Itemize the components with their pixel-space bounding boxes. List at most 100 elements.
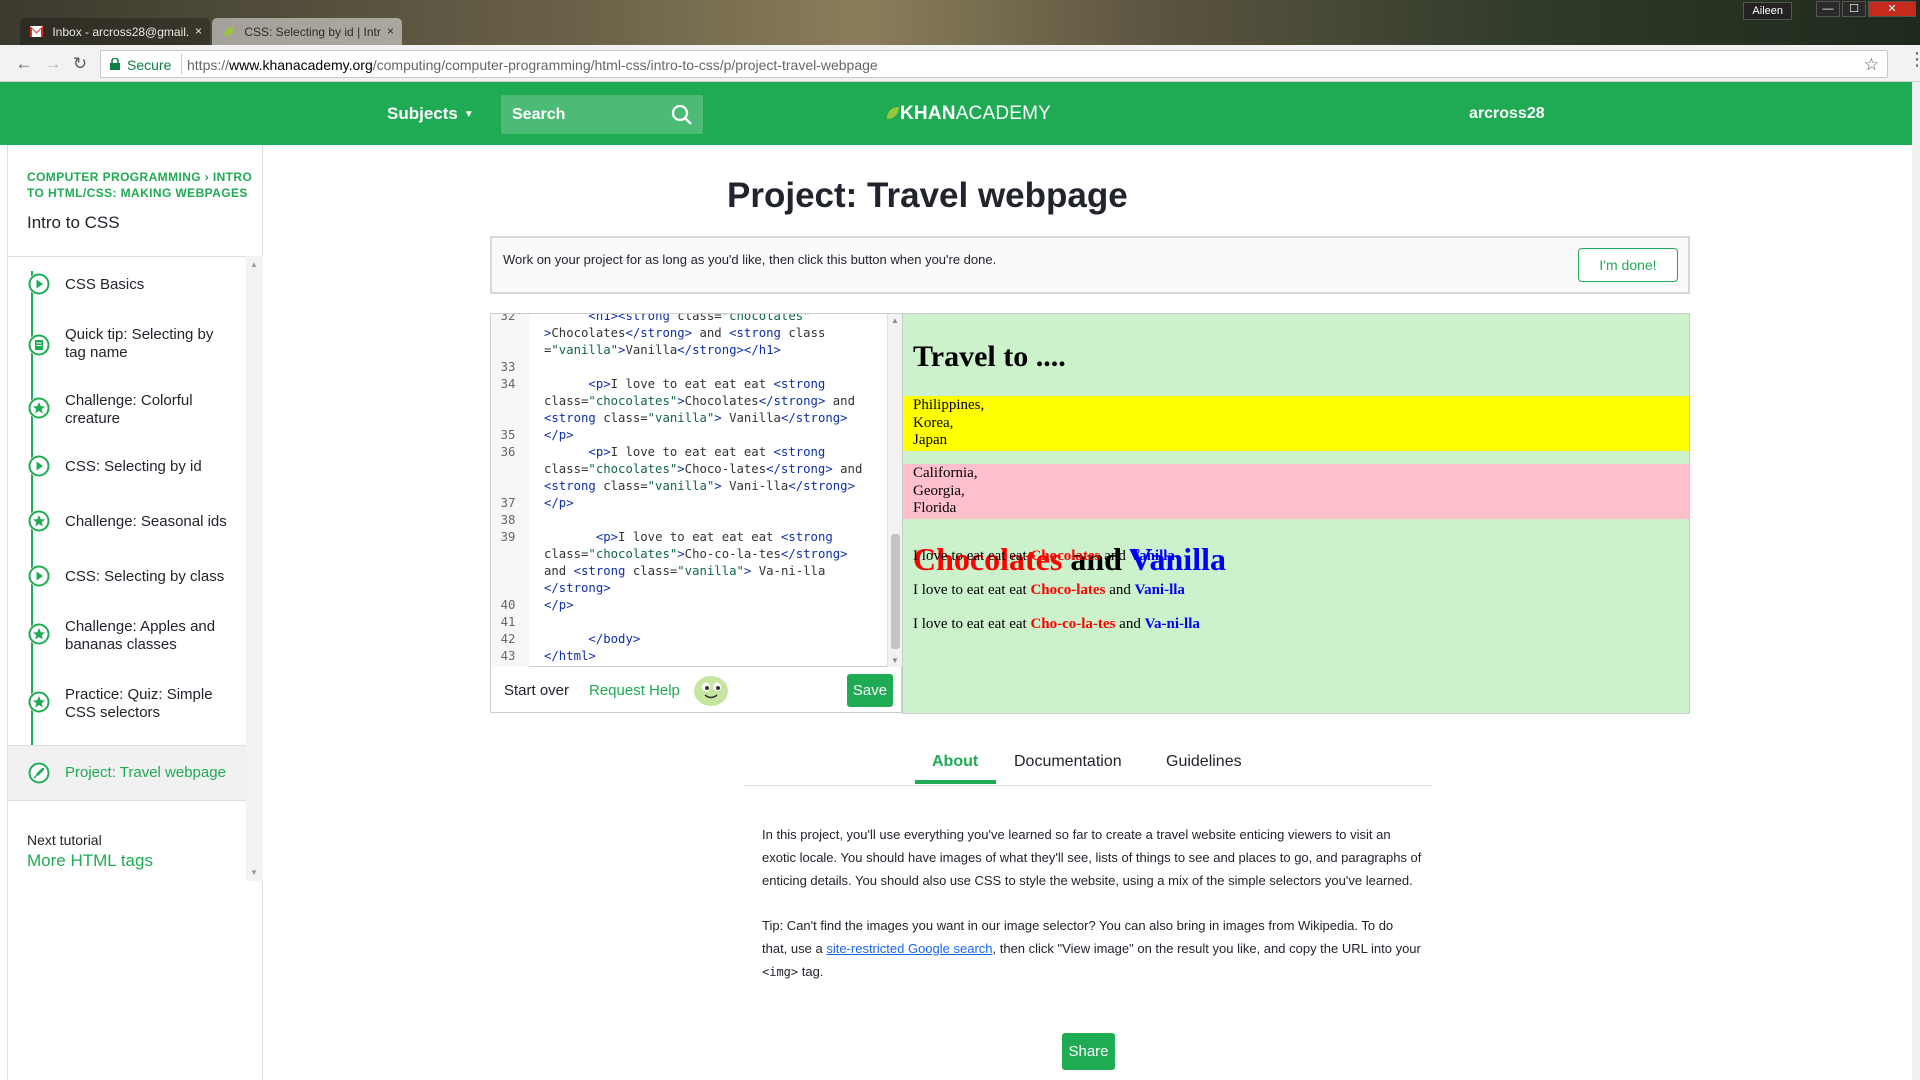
close-icon[interactable]: × xyxy=(195,24,202,38)
start-over-button[interactable]: Start over xyxy=(504,682,569,699)
line-number: 42 xyxy=(500,632,516,646)
code-editor[interactable]: 32 <h1><strong class="chocolates" >Chocol… xyxy=(490,313,902,667)
line-number: 34 xyxy=(500,377,516,391)
browser-tab-bar: Inbox - arcross28@gmail. × CSS: Selectin… xyxy=(0,0,1920,45)
sidebar-item-label: CSS: Selecting by class xyxy=(65,568,225,585)
code-text: </p> xyxy=(544,496,574,510)
and-text: and xyxy=(1105,582,1135,598)
project-tabs: About Documentation Guidelines xyxy=(744,738,1432,786)
sidebar-item-travel-webpage[interactable]: Project: Travel webpage xyxy=(8,745,246,801)
scroll-up-icon[interactable]: ▲ xyxy=(891,316,899,325)
khan-academy-logo[interactable]: KHANACADEMY xyxy=(886,103,1051,125)
request-help-button[interactable]: Request Help xyxy=(589,682,680,699)
code-text: </strong> xyxy=(544,581,611,595)
gmail-icon xyxy=(30,26,43,38)
sidebar-item-label: Challenge: Apples and bananas classes xyxy=(65,618,216,653)
site-header: Subjects ▼ Search KHANACADEMY arcross28 xyxy=(0,82,1920,145)
back-button[interactable]: ← xyxy=(13,53,35,75)
star-icon xyxy=(28,397,50,419)
play-icon xyxy=(28,565,50,587)
next-tutorial-link[interactable]: More HTML tags xyxy=(27,851,153,871)
url-text[interactable]: https://www.khanacademy.org/computing/co… xyxy=(187,57,878,73)
scroll-down-icon[interactable]: ▼ xyxy=(250,868,258,877)
sidebar-scrollbar[interactable]: ▲ ▼ xyxy=(246,256,263,881)
window-user-badge[interactable]: Aileen xyxy=(1743,2,1792,20)
browser-tab-gmail[interactable]: Inbox - arcross28@gmail. × xyxy=(20,18,210,45)
forward-button[interactable]: → xyxy=(42,53,64,75)
im-done-button[interactable]: I'm done! xyxy=(1578,248,1678,282)
about-paragraph: In this project, you'll use everything y… xyxy=(762,827,1422,888)
chrome-menu-icon[interactable]: ⋮ xyxy=(1908,50,1920,68)
line-number: 37 xyxy=(500,496,516,510)
browser-tab-khan[interactable]: CSS: Selecting by id | Intr × xyxy=(212,18,402,45)
preview-list-pink: California, Georgia, Florida xyxy=(903,464,1689,519)
paragraph-text: I love to eat eat eat xyxy=(913,582,1031,598)
editor-scrollbar[interactable]: ▲ ▼ xyxy=(887,314,902,667)
leaf-icon xyxy=(224,27,234,37)
line-number: 33 xyxy=(500,360,516,374)
list-item: Florida xyxy=(913,500,957,516)
sidebar-item-label: CSS: Selecting by id xyxy=(65,458,202,475)
reload-button[interactable]: ↻ xyxy=(69,53,91,75)
sidebar-item-quiz[interactable]: Practice: Quiz: Simple CSS selectors xyxy=(8,673,246,741)
line-number: 43 xyxy=(500,649,516,663)
code-area[interactable]: 32 <h1><strong class="chocolates" >Chocol… xyxy=(491,314,887,667)
close-window-button[interactable]: ✕ xyxy=(1868,1,1916,17)
tab-documentation[interactable]: Documentation xyxy=(1014,753,1122,771)
share-button[interactable]: Share xyxy=(1062,1033,1115,1070)
list-item: Korea, xyxy=(913,414,954,431)
code-text: <strong class="vanilla"> Vanilla</strong… xyxy=(544,411,848,425)
sidebar-item-colorful-creature[interactable]: Challenge: Colorful creature xyxy=(8,382,246,440)
sidebar-item-quick-tip[interactable]: Quick tip: Selecting by tag name xyxy=(8,312,246,382)
code-text: <p>I love to eat eat eat <strong xyxy=(588,377,826,391)
tab-title: CSS: Selecting by id | Intr xyxy=(244,24,381,39)
logo-academy: ACADEMY xyxy=(955,103,1052,124)
subjects-menu[interactable]: Subjects ▼ xyxy=(387,104,474,124)
close-icon[interactable]: × xyxy=(387,24,394,38)
list-item: California, xyxy=(913,465,978,481)
code-text: <h1><strong class="chocolates" xyxy=(588,314,811,323)
breadcrumb[interactable]: COMPUTER PROGRAMMING › INTRO TO HTML/CSS… xyxy=(27,169,267,201)
search-input[interactable]: Search xyxy=(501,95,703,134)
google-search-link[interactable]: site-restricted Google search xyxy=(826,941,992,956)
sidebar-item-apples-bananas[interactable]: Challenge: Apples and bananas classes xyxy=(8,605,246,673)
sidebar-item-seasonal-ids[interactable]: Challenge: Seasonal ids xyxy=(8,495,246,550)
code-text: <p>I love to eat eat eat <strong xyxy=(595,530,833,544)
list-item: Japan xyxy=(913,432,948,448)
url-scheme: https:// xyxy=(187,57,230,73)
code-text: class="chocolates">Choco-lates</strong> … xyxy=(544,462,863,476)
tab-about[interactable]: About xyxy=(932,753,978,771)
tab-guidelines[interactable]: Guidelines xyxy=(1166,753,1242,771)
bookmark-star-icon[interactable]: ☆ xyxy=(1864,55,1879,75)
maximize-button[interactable]: ☐ xyxy=(1842,1,1866,17)
line-number: 41 xyxy=(500,615,516,629)
sidebar-item-selecting-by-class[interactable]: CSS: Selecting by class xyxy=(8,550,246,605)
leaf-icon xyxy=(887,107,899,119)
user-menu[interactable]: arcross28 xyxy=(1469,105,1545,123)
paragraph-text: I love to eat eat eat xyxy=(913,548,1031,564)
code-text: >Chocolates</strong> and <strong class xyxy=(544,326,826,340)
page-scrollbar[interactable] xyxy=(1912,82,1920,1080)
code-text: </body> xyxy=(588,632,641,646)
code-text: </p> xyxy=(544,428,574,442)
scrollbar-thumb[interactable] xyxy=(891,534,900,649)
star-icon xyxy=(28,691,50,713)
preview-heading: Travel to .... xyxy=(913,340,1066,373)
editor-footer: Start over Request Help Save xyxy=(490,667,902,713)
chocolates-text: Chocolates xyxy=(1030,548,1101,564)
sidebar-item-css-basics[interactable]: CSS Basics xyxy=(8,257,246,312)
scroll-down-icon[interactable]: ▼ xyxy=(891,656,899,665)
preview-output: Travel to .... Philippines, Korea, Japan… xyxy=(902,313,1690,714)
scroll-up-icon[interactable]: ▲ xyxy=(250,260,258,269)
play-icon xyxy=(28,455,50,477)
search-icon[interactable] xyxy=(671,104,693,126)
save-button[interactable]: Save xyxy=(847,674,893,707)
minimize-button[interactable]: — xyxy=(1816,1,1840,17)
sidebar-item-selecting-by-id[interactable]: CSS: Selecting by id xyxy=(8,440,246,495)
vanilla-text: Vani-lla xyxy=(1134,582,1185,598)
url-host: www.khanacademy.org xyxy=(229,57,373,73)
paragraph-text: I love to eat eat eat xyxy=(913,616,1031,632)
subjects-label: Subjects xyxy=(387,104,458,123)
address-bar[interactable]: Secure https://www.khanacademy.org/compu… xyxy=(100,50,1888,78)
tip-text: , then click "View image" on the result … xyxy=(992,941,1421,956)
